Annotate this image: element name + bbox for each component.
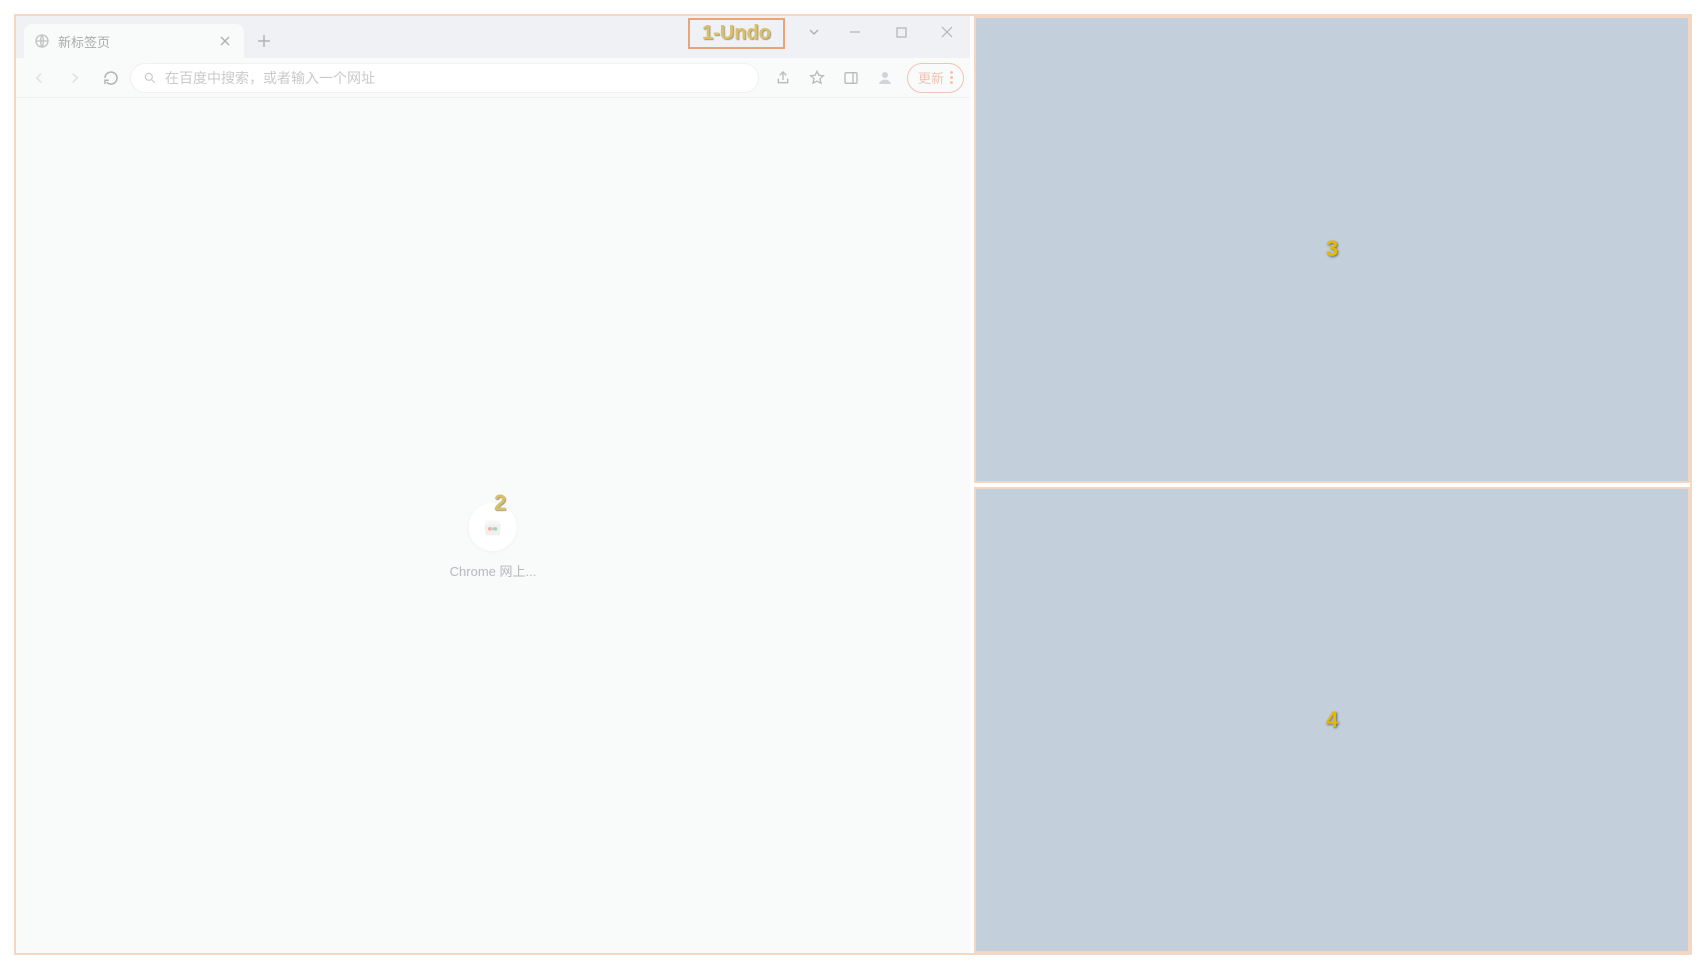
bookmark-button[interactable] bbox=[801, 62, 833, 94]
window-close-button[interactable] bbox=[924, 16, 970, 48]
browser-window: 1-Undo 新标签页 bbox=[16, 16, 970, 953]
back-button[interactable] bbox=[22, 61, 56, 95]
update-label: 更新 bbox=[918, 68, 944, 87]
close-tab-button[interactable] bbox=[216, 32, 234, 50]
new-tab-content: 2 Chrome 网上... bbox=[16, 98, 970, 953]
annotation-number-2: 2 bbox=[494, 490, 506, 516]
address-bar[interactable]: 在百度中搜索，或者输入一个网址 bbox=[130, 63, 759, 93]
window-controls bbox=[796, 16, 970, 48]
share-button[interactable] bbox=[767, 62, 799, 94]
window-minimize-button[interactable] bbox=[832, 16, 878, 48]
browser-toolbar: 在百度中搜索，或者输入一个网址 bbox=[16, 58, 970, 98]
browser-titlebar: 新标签页 bbox=[16, 16, 970, 58]
window-maximize-button[interactable] bbox=[878, 16, 924, 48]
side-panel-button[interactable] bbox=[835, 62, 867, 94]
webstore-icon bbox=[482, 516, 504, 538]
panel-4: 4 bbox=[974, 487, 1690, 954]
annotation-undo-badge: 1-Undo bbox=[688, 18, 785, 49]
shortcut-label: Chrome 网上... bbox=[450, 561, 537, 580]
toolbar-right-icons: 更新 bbox=[767, 62, 964, 94]
tab-title: 新标签页 bbox=[58, 32, 110, 51]
profile-button[interactable] bbox=[869, 62, 901, 94]
browser-tab[interactable]: 新标签页 bbox=[24, 24, 244, 58]
panel-3: 3 bbox=[974, 16, 1690, 483]
shortcut-icon-circle bbox=[469, 503, 517, 551]
address-bar-placeholder: 在百度中搜索，或者输入一个网址 bbox=[165, 68, 375, 88]
globe-icon bbox=[34, 33, 50, 49]
tab-search-button[interactable] bbox=[796, 16, 832, 48]
right-column: 3 4 bbox=[974, 16, 1690, 953]
search-icon bbox=[143, 71, 157, 85]
new-tab-button[interactable] bbox=[250, 27, 278, 55]
reload-button[interactable] bbox=[94, 61, 128, 95]
menu-dots-icon bbox=[950, 71, 953, 84]
annotation-number-3: 3 bbox=[1326, 236, 1338, 262]
forward-button[interactable] bbox=[58, 61, 92, 95]
shortcut-tile[interactable]: Chrome 网上... bbox=[450, 503, 537, 580]
annotation-number-4: 4 bbox=[1326, 707, 1338, 733]
update-button[interactable]: 更新 bbox=[907, 63, 964, 93]
